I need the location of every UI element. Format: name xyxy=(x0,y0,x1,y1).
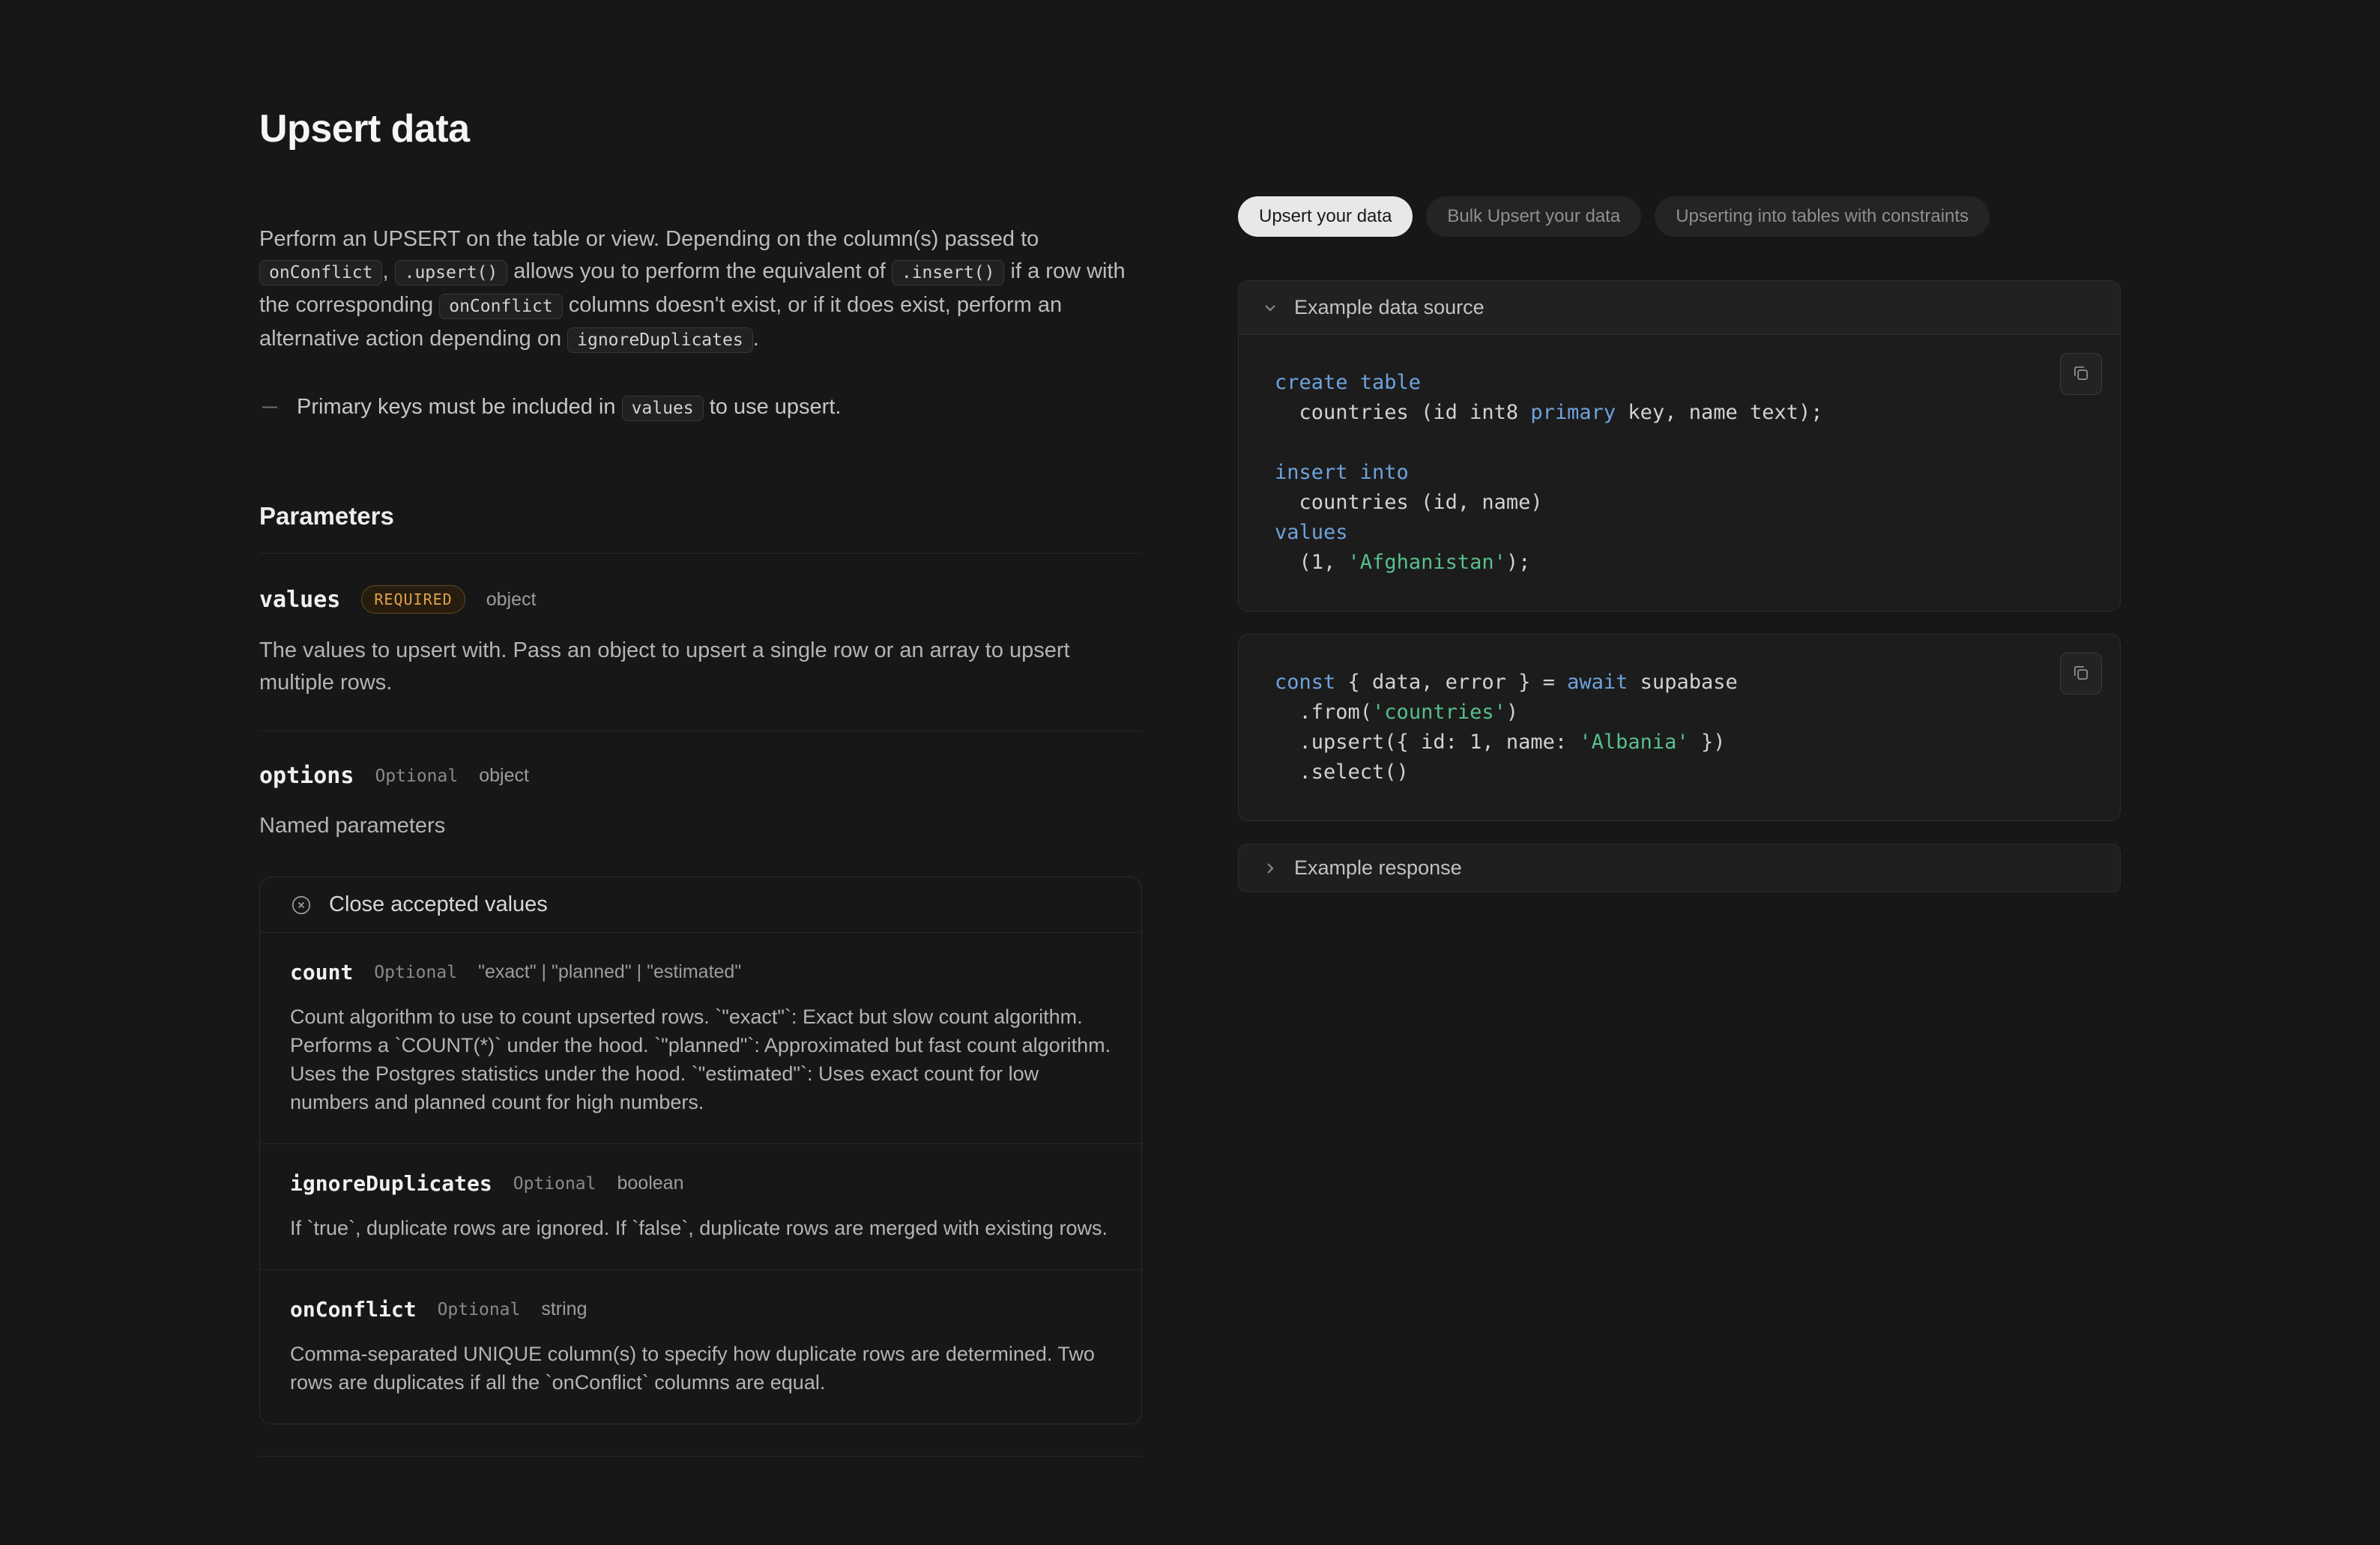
parameter-header: values REQUIRED object xyxy=(259,585,1142,614)
page-title: Upsert data xyxy=(259,106,1142,151)
parameter-type: boolean xyxy=(617,1173,684,1194)
parameter-name: ignoreDuplicates xyxy=(290,1171,492,1196)
parameter-type: "exact" | "planned" | "estimated" xyxy=(478,961,741,983)
parameter-options: options Optional object Named parameters… xyxy=(259,731,1142,1457)
copy-icon xyxy=(2071,363,2091,385)
accepted-values-toggle[interactable]: Close accepted values xyxy=(260,877,1141,932)
parameter-description: Named parameters xyxy=(259,810,1142,842)
required-badge: REQUIRED xyxy=(361,585,465,614)
optional-badge: Optional xyxy=(513,1174,596,1194)
copy-button[interactable] xyxy=(2060,353,2102,395)
parameters-heading: Parameters xyxy=(259,502,1142,530)
parameter-name: onConflict xyxy=(290,1297,417,1322)
js-code: const { data, error } = await supabase .… xyxy=(1275,668,2084,787)
accepted-item-count: count Optional "exact" | "planned" | "es… xyxy=(260,932,1141,1143)
parameter-description: If `true`, duplicate rows are ignored. I… xyxy=(290,1214,1111,1242)
accepted-values-toggle-label: Close accepted values xyxy=(329,892,548,917)
copy-button[interactable] xyxy=(2060,653,2102,695)
parameter-type: object xyxy=(479,765,529,787)
example-response-toggle[interactable]: Example response xyxy=(1238,844,2121,892)
chevron-down-icon xyxy=(1261,299,1279,317)
parameter-type: object xyxy=(486,589,537,611)
reference-article: Upsert data Perform an UPSERT on the tab… xyxy=(259,106,1142,1457)
sql-code: create table countries (id int8 primary … xyxy=(1275,368,2084,578)
parameter-header: options Optional object xyxy=(259,763,1142,789)
chevron-right-icon xyxy=(1261,859,1279,877)
example-data-source-toggle[interactable]: Example data source xyxy=(1239,281,2120,335)
tab-upserting-with-constraints[interactable]: Upserting into tables with constraints xyxy=(1655,196,1990,237)
note-text: Primary keys must be included in values … xyxy=(297,391,841,425)
sql-code-block: create table countries (id int8 primary … xyxy=(1239,335,2120,611)
optional-badge: Optional xyxy=(438,1300,521,1319)
optional-badge: Optional xyxy=(375,767,458,786)
tab-upsert-your-data[interactable]: Upsert your data xyxy=(1238,196,1413,237)
accepted-item-on-conflict: onConflict Optional string Comma-separat… xyxy=(260,1269,1141,1424)
example-data-source-panel: Example data source create table countri… xyxy=(1238,280,2121,611)
parameter-type: string xyxy=(541,1298,587,1320)
parameter-header: onConflict Optional string xyxy=(290,1297,1111,1322)
copy-icon xyxy=(2071,663,2091,685)
parameter-values: values REQUIRED object The values to ups… xyxy=(259,553,1142,731)
parameter-name: options xyxy=(259,763,354,789)
js-code-block: const { data, error } = await supabase .… xyxy=(1239,635,2120,820)
admonition-note: Primary keys must be included in values … xyxy=(259,391,1142,433)
docs-page: Upsert data Perform an UPSERT on the tab… xyxy=(0,0,2380,1545)
parameter-description: Count algorithm to use to count upserted… xyxy=(290,1003,1111,1116)
parameter-name: count xyxy=(290,960,353,985)
accepted-item-ignore-duplicates: ignoreDuplicates Optional boolean If `tr… xyxy=(260,1143,1141,1269)
parameter-header: count Optional "exact" | "planned" | "es… xyxy=(290,960,1111,985)
examples-column: Upsert your data Bulk Upsert your data U… xyxy=(1238,196,2121,892)
example-response-label: Example response xyxy=(1294,856,1462,880)
parameter-description: The values to upsert with. Pass an objec… xyxy=(259,635,1142,699)
example-query-panel: const { data, error } = await supabase .… xyxy=(1238,634,2121,821)
note-marker-icon xyxy=(259,391,280,433)
example-tabs: Upsert your data Bulk Upsert your data U… xyxy=(1238,196,2121,237)
parameter-description: Comma-separated UNIQUE column(s) to spec… xyxy=(290,1340,1111,1397)
tab-bulk-upsert-your-data[interactable]: Bulk Upsert your data xyxy=(1426,196,1641,237)
parameter-name: values xyxy=(259,587,340,613)
example-data-source-label: Example data source xyxy=(1294,296,1485,319)
circle-x-icon xyxy=(290,894,312,916)
optional-badge: Optional xyxy=(374,963,457,982)
intro-paragraph: Perform an UPSERT on the table or view. … xyxy=(259,223,1142,357)
accepted-values-panel: Close accepted values count Optional "ex… xyxy=(259,877,1142,1424)
parameter-header: ignoreDuplicates Optional boolean xyxy=(290,1171,1111,1196)
